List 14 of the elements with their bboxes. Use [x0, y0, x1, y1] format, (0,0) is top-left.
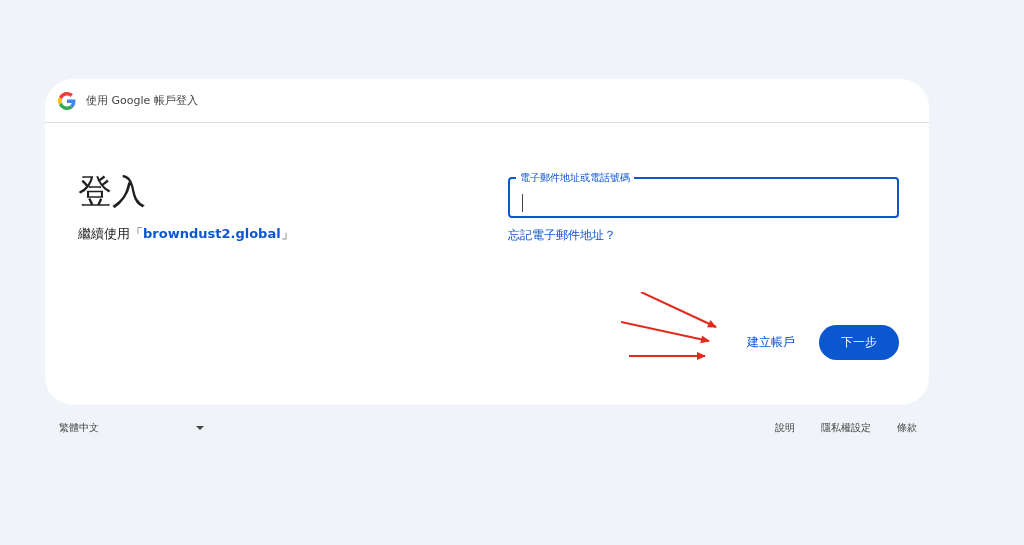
dropdown-caret-icon [196, 426, 204, 430]
card-header-title: 使用 Google 帳戶登入 [86, 93, 198, 108]
footer-link[interactable]: 條款 [897, 421, 917, 435]
continue-text: 繼續使用「browndust2.global」 [78, 225, 295, 243]
app-link[interactable]: browndust2.global [143, 226, 281, 241]
forgot-email-link[interactable]: 忘記電子郵件地址？ [508, 227, 616, 244]
email-field[interactable]: 電子郵件地址或電話號碼 [508, 172, 899, 218]
google-logo-icon [58, 91, 76, 110]
language-selector[interactable]: 繁體中文 [59, 421, 204, 435]
footer-link[interactable]: 說明 [775, 421, 795, 435]
footer-link[interactable]: 隱私權設定 [821, 421, 871, 435]
next-button[interactable]: 下一步 [819, 325, 899, 360]
sign-in-heading: 登入 [78, 170, 147, 213]
create-account-button[interactable]: 建立帳戶 [735, 324, 807, 361]
